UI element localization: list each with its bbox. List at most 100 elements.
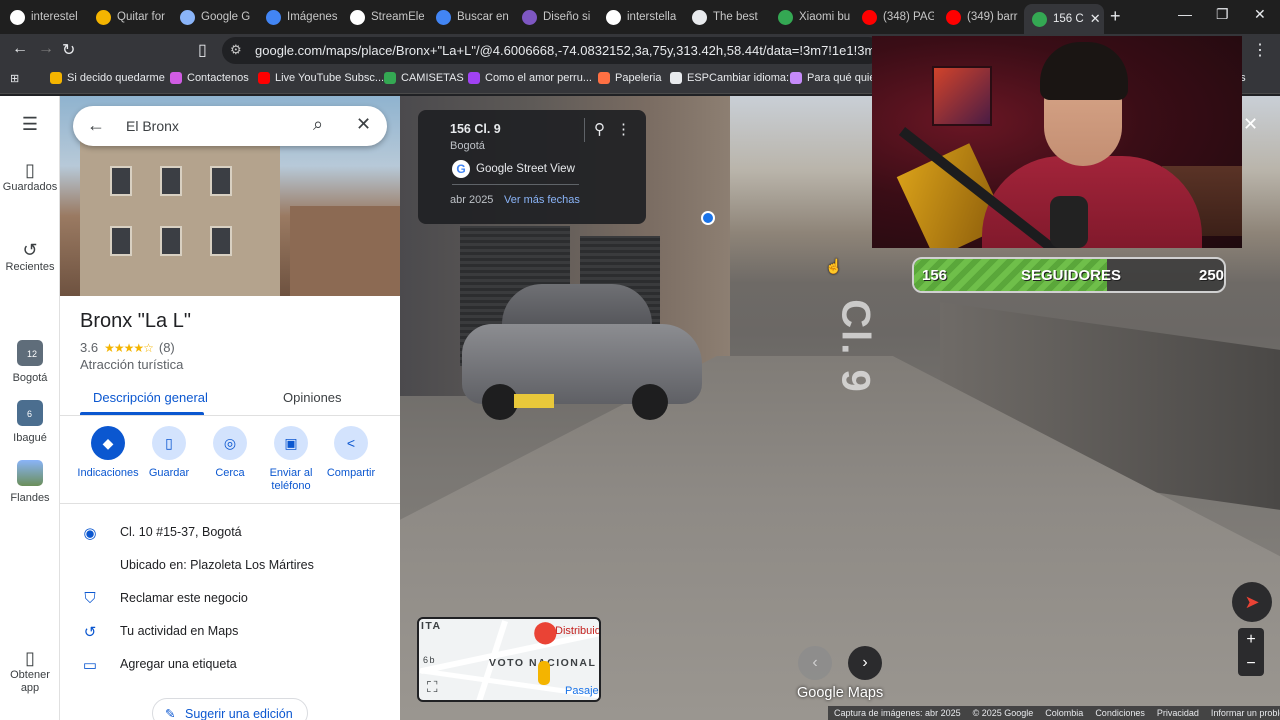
lens-icon xyxy=(436,9,451,25)
action-share-button[interactable]: < Compartir xyxy=(319,426,383,480)
back-arrow-icon[interactable]: ← xyxy=(12,40,28,58)
close-icon[interactable]: ✕ xyxy=(356,114,371,135)
footer-link[interactable]: Informar un problema xyxy=(1211,708,1280,718)
info-row[interactable]: ⛉ Reclamar este negocio xyxy=(60,585,400,615)
tab-title: (349) barr xyxy=(967,11,1018,23)
browser-tab[interactable]: StreamEle xyxy=(342,4,424,30)
back-arrow-icon[interactable]: ← xyxy=(87,115,105,136)
tab-overview[interactable]: Descripción general xyxy=(93,390,208,405)
expand-map-icon[interactable]: ⛶ xyxy=(427,679,438,696)
reload-icon[interactable]: ↻ xyxy=(62,40,75,60)
tab-reviews[interactable]: Opiniones xyxy=(283,390,342,405)
bookmark-item[interactable]: Live YouTube Subsc... xyxy=(258,72,384,84)
footer-link[interactable]: Colombia xyxy=(1045,708,1083,718)
address-bar[interactable]: ⚙ google.com/maps/place/Bronx+"La+L"/@4.… xyxy=(222,37,882,64)
window-shape xyxy=(110,226,132,256)
bookmark-label: Como el amor perru... xyxy=(485,72,592,84)
bookmark-item[interactable]: Para qué quiero xyxy=(790,72,885,84)
action-nearby-button[interactable]: ◎ Cerca xyxy=(198,426,262,480)
browser-tab[interactable]: Quitar for xyxy=(88,4,168,30)
browser-tab[interactable]: The best xyxy=(684,4,766,30)
bookmark-favicon-icon xyxy=(50,72,62,84)
follower-label: SEGUIDORES xyxy=(1020,267,1122,284)
parked-car xyxy=(462,284,706,424)
search-input[interactable]: El Bronx xyxy=(126,118,179,134)
bookmark-favicon-icon xyxy=(258,72,270,84)
bookmark-item[interactable]: Como el amor perru... xyxy=(468,72,592,84)
info-row[interactable]: Ubicado en: Plazoleta Los Mártires xyxy=(60,552,400,582)
search-icon[interactable]: ⌕ xyxy=(313,114,323,135)
bookmark-item[interactable]: ESPCambiar idioma: xyxy=(670,72,789,84)
place-category[interactable]: Atracción turística xyxy=(80,357,183,372)
capture-date: abr 2025 xyxy=(450,194,494,206)
forward-arrow-icon[interactable]: → xyxy=(38,40,54,58)
get-app-button[interactable]: ▯ Obtener app xyxy=(0,648,60,695)
info-row[interactable]: ◉ Cl. 10 #15-37, Bogotá xyxy=(60,519,400,549)
bookmark-item[interactable]: Contactenos xyxy=(170,72,249,84)
site-info-icon[interactable]: ⚙ xyxy=(230,42,242,58)
info-row[interactable]: ▭ Agregar una etiqueta xyxy=(60,651,400,681)
next-image-button[interactable]: › xyxy=(848,646,882,680)
browser-tab[interactable]: Buscar en xyxy=(428,4,510,30)
bookmark-item[interactable]: CAMISETAS xyxy=(384,72,464,84)
browser-tab[interactable]: Xiaomi bu xyxy=(770,4,850,30)
browser-tab[interactable]: interestel xyxy=(2,4,84,30)
recent-place-bogota[interactable]: 12 Bogotá xyxy=(0,340,60,385)
pegman-icon[interactable] xyxy=(538,661,550,685)
browser-menu-icon[interactable]: ⋮ xyxy=(1252,40,1268,60)
zoom-in-button[interactable]: + xyxy=(1238,628,1264,652)
info-text: Agregar una etiqueta xyxy=(120,657,237,671)
browser-tab[interactable]: Diseño si xyxy=(514,4,594,30)
close-window-button[interactable]: ✕ xyxy=(1254,6,1266,23)
previous-image-button[interactable]: ‹ xyxy=(798,646,832,680)
streamer-hair xyxy=(1040,42,1128,100)
google-icon xyxy=(10,9,25,25)
saved-button[interactable]: ▯ Guardados xyxy=(0,161,60,194)
mini-map[interactable]: ITA VOTO NACIONAL Distribuid Pasaje 6b ⬤… xyxy=(417,617,601,702)
close-tab-icon[interactable]: ✕ xyxy=(1090,11,1101,27)
streamelements-icon xyxy=(350,9,365,25)
browser-tab[interactable]: Imágenes xyxy=(258,4,338,30)
see-more-dates-link[interactable]: Ver más fechas xyxy=(504,194,580,206)
footer-link[interactable]: Condiciones xyxy=(1095,708,1145,718)
action-directions-button[interactable]: ◆ Indicaciones xyxy=(76,426,140,480)
recent-place-flandes[interactable]: Flandes xyxy=(0,460,60,505)
new-tab-button[interactable]: + xyxy=(1110,6,1121,27)
browser-tab[interactable]: interstella xyxy=(598,4,680,30)
google-icon: G xyxy=(452,160,470,178)
action-bookmark-button[interactable]: ▯ Guardar xyxy=(137,426,201,480)
map-label: 6b xyxy=(423,655,437,665)
compass-icon[interactable]: ➤ xyxy=(1232,582,1272,622)
review-count[interactable]: (8) xyxy=(159,340,175,355)
maximize-window-button[interactable]: ❐ xyxy=(1216,6,1229,23)
place-title: Bronx "La L" xyxy=(80,310,191,332)
browser-tab[interactable]: 156 C ✕ xyxy=(1024,4,1104,34)
location-pin-icon[interactable]: ⚲ xyxy=(594,120,605,138)
info-row[interactable]: ↺ Tu actividad en Maps xyxy=(60,618,400,648)
place-tabs: Descripción general Opiniones xyxy=(60,382,400,416)
bookmark-item[interactable]: Papeleria xyxy=(598,72,661,84)
recent-place-ibague[interactable]: 6 Ibagué xyxy=(0,400,60,445)
street-view-marker-icon[interactable] xyxy=(701,211,715,225)
follower-count: 156 xyxy=(922,267,948,284)
footer-link[interactable]: Privacidad xyxy=(1157,708,1199,718)
bookmark-item[interactable]: Si decido quedarme xyxy=(50,72,165,84)
zoom-out-button[interactable]: − xyxy=(1238,652,1264,676)
suggest-edit-button[interactable]: ✎ Sugerir una edición xyxy=(152,698,308,720)
browser-tab[interactable]: (349) barr xyxy=(938,4,1018,30)
more-options-icon[interactable]: ⋮ xyxy=(616,120,631,138)
recent-button[interactable]: ↺ Recientes xyxy=(0,241,60,274)
apps-grid-icon[interactable]: ⊞ xyxy=(10,72,19,85)
map-footer: Captura de imágenes: abr 2025 © 2025 Goog… xyxy=(828,706,1280,720)
menu-icon[interactable]: ☰ xyxy=(0,115,60,135)
close-street-view-icon[interactable]: ✕ xyxy=(1243,114,1258,135)
minimize-window-button[interactable]: — xyxy=(1178,6,1192,22)
url-text: google.com/maps/place/Bronx+"La+L"/@4.60… xyxy=(255,43,875,58)
phone-icon: ▯ xyxy=(25,648,35,668)
browser-tab[interactable]: Google G xyxy=(172,4,254,30)
bookmark-star-icon[interactable]: ▯ xyxy=(198,40,207,60)
browser-tab[interactable]: (348) PAG xyxy=(854,4,934,30)
search-box[interactable]: ← El Bronx ⌕ ✕ xyxy=(73,106,387,146)
rating-summary[interactable]: 3.6 ★★★★☆ (8) xyxy=(80,340,175,355)
action-send-to-phone-button[interactable]: ▣ Enviar al teléfono xyxy=(259,426,323,493)
